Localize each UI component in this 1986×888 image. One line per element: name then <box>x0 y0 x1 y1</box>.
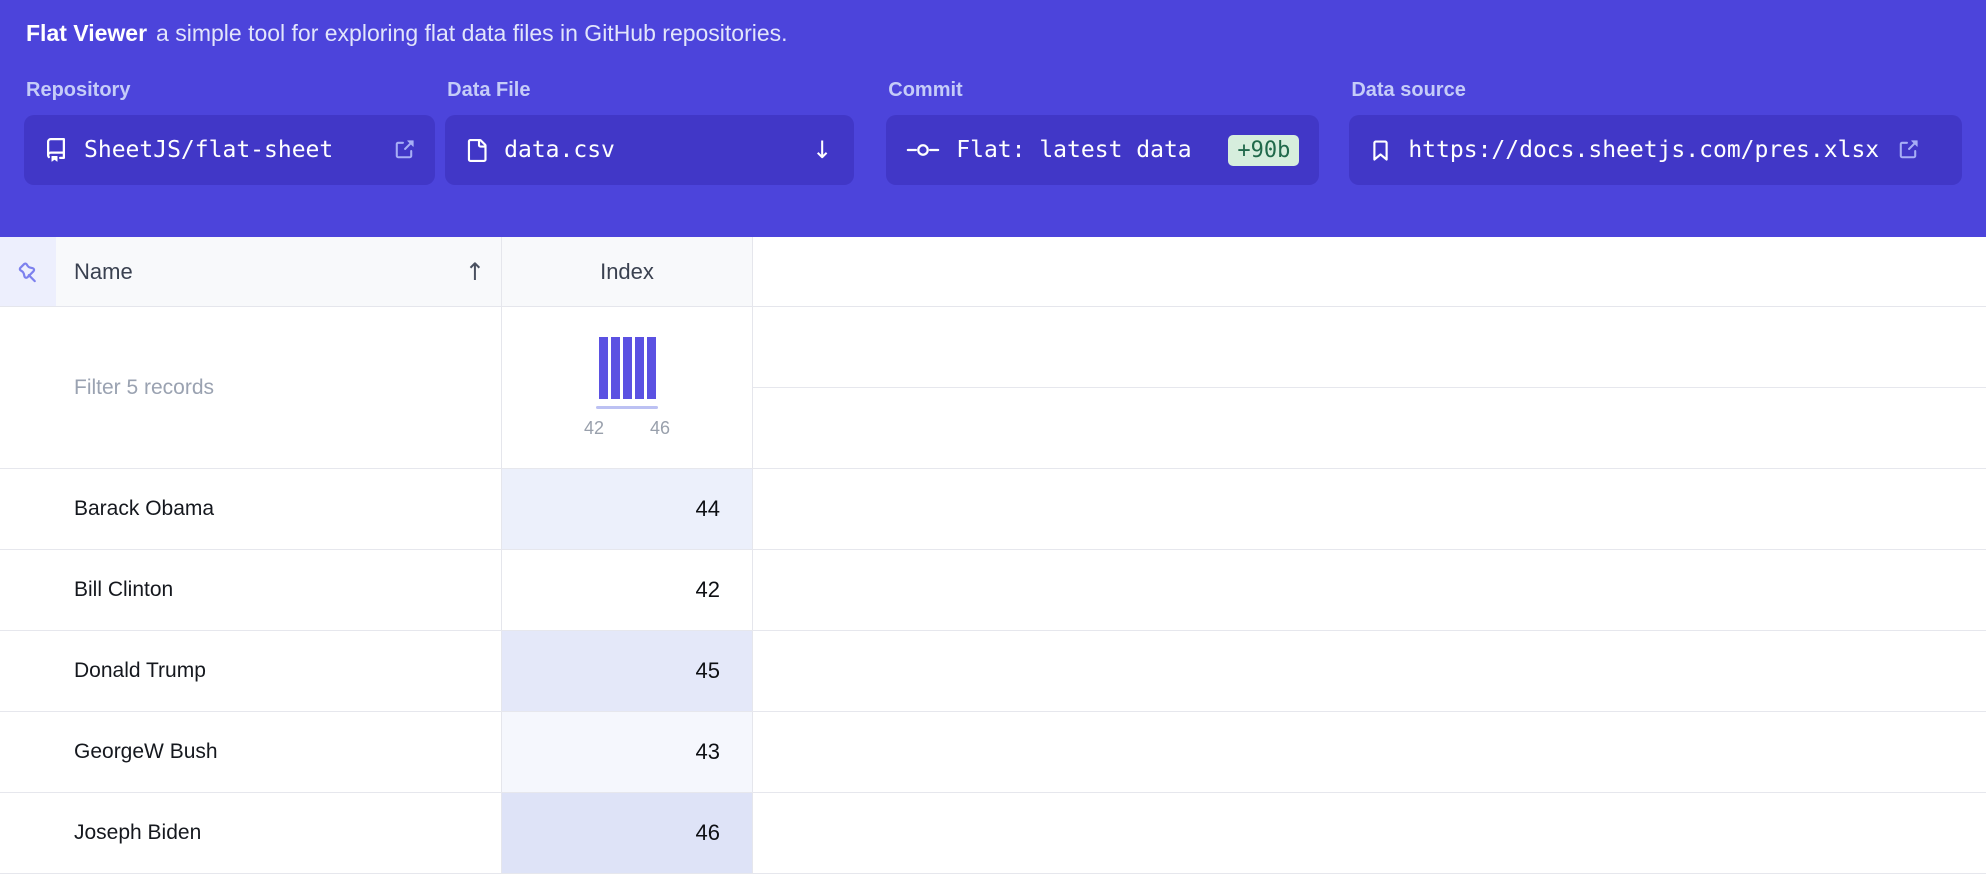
row-index-value: 43 <box>696 739 720 765</box>
row-empty-area <box>753 469 1986 549</box>
row-index-value: 45 <box>696 658 720 684</box>
row-index-cell: 46 <box>502 793 753 873</box>
file-icon <box>465 139 488 162</box>
commit-label: Commit <box>886 79 1319 102</box>
download-arrow-icon: ↓ <box>812 136 834 164</box>
sticky-column-toggle[interactable] <box>0 237 56 306</box>
row-index-cell: 43 <box>502 712 753 792</box>
row-name: GeorgeW Bush <box>74 740 218 764</box>
filter-row: 42 46 <box>0 307 1986 469</box>
commit-message: Flat: latest data <box>956 137 1191 163</box>
app-header: Flat Viewer a simple tool for exploring … <box>0 0 1986 237</box>
row-name: Barack Obama <box>74 497 214 521</box>
header-empty-area <box>753 237 1986 306</box>
table-row: Bill Clinton 42 <box>0 550 1986 631</box>
row-empty-area <box>753 793 1986 873</box>
histogram-min-label: 42 <box>584 418 604 439</box>
row-index-cell: 45 <box>502 631 753 711</box>
histogram-bar <box>635 337 644 399</box>
data-source-url: https://docs.sheetjs.com/pres.xlsx <box>1408 137 1879 163</box>
repository-button[interactable]: SheetJS/flat-sheet <box>24 115 435 185</box>
table-row: Barack Obama 44 <box>0 469 1986 550</box>
table-row: Donald Trump 45 <box>0 631 1986 712</box>
data-file-section: Data File data.csv ↓ <box>445 79 854 185</box>
repository-section: Repository SheetJS/flat-sheet <box>24 79 435 185</box>
external-link-icon <box>1897 139 1919 161</box>
histogram-bar <box>647 337 656 399</box>
row-index-cell: 42 <box>502 550 753 630</box>
row-empty-area <box>753 631 1986 711</box>
row-name-cell: Barack Obama <box>0 469 502 549</box>
column-name-label: Name <box>74 259 133 285</box>
table-row: Joseph Biden 46 <box>0 793 1986 874</box>
row-index-cell: 44 <box>502 469 753 549</box>
bookmark-icon <box>1369 139 1392 162</box>
repository-label: Repository <box>24 79 435 102</box>
table-body: Barack Obama 44 Bill Clinton 42 Donald T… <box>0 469 1986 874</box>
row-empty-area <box>753 712 1986 792</box>
app-title: Flat Viewer <box>26 20 147 47</box>
commit-button[interactable]: Flat: latest data +90b <box>886 115 1319 185</box>
repo-book-icon <box>44 138 68 162</box>
histogram-max-label: 46 <box>650 418 670 439</box>
repository-value: SheetJS/flat-sheet <box>84 137 333 163</box>
data-source-link[interactable]: https://docs.sheetjs.com/pres.xlsx <box>1349 115 1962 185</box>
row-name-cell: Joseph Biden <box>0 793 502 873</box>
controls-row: Repository SheetJS/flat-sheet Data File … <box>24 79 1962 185</box>
pin-icon <box>14 258 42 286</box>
diffstat-badge: +90b <box>1228 135 1299 166</box>
data-file-select[interactable]: data.csv ↓ <box>445 115 854 185</box>
column-index-label: Index <box>600 259 654 285</box>
row-name: Donald Trump <box>74 659 206 683</box>
table-row: GeorgeW Bush 43 <box>0 712 1986 793</box>
row-name: Joseph Biden <box>74 821 201 845</box>
sort-ascending-icon: ↑ <box>465 258 485 286</box>
name-filter-cell <box>0 307 502 468</box>
histogram-bars <box>599 337 656 399</box>
filter-input[interactable] <box>0 307 501 468</box>
filter-empty-area <box>753 307 1986 468</box>
row-name-cell: Bill Clinton <box>0 550 502 630</box>
git-commit-icon <box>906 138 940 162</box>
external-link-icon <box>393 139 415 161</box>
column-header-name[interactable]: Name ↑ <box>56 237 502 306</box>
data-file-label: Data File <box>445 79 854 102</box>
histogram-bar <box>611 337 620 399</box>
row-empty-area <box>753 550 1986 630</box>
data-source-label: Data source <box>1349 79 1962 102</box>
row-name: Bill Clinton <box>74 578 173 602</box>
data-file-value: data.csv <box>504 137 615 163</box>
column-header-index[interactable]: Index <box>502 237 753 306</box>
index-histogram-filter[interactable]: 42 46 <box>502 307 753 468</box>
histogram-track <box>596 406 658 409</box>
histogram-labels: 42 46 <box>584 418 670 439</box>
row-index-value: 42 <box>696 577 720 603</box>
title-row: Flat Viewer a simple tool for exploring … <box>24 20 1962 47</box>
row-index-value: 46 <box>696 820 720 846</box>
row-name-cell: GeorgeW Bush <box>0 712 502 792</box>
commit-section: Commit Flat: latest data +90b <box>886 79 1319 185</box>
data-source-section: Data source https://docs.sheetjs.com/pre… <box>1349 79 1962 185</box>
histogram-bar <box>599 337 608 399</box>
app-subtitle: a simple tool for exploring flat data fi… <box>156 20 788 47</box>
row-name-cell: Donald Trump <box>0 631 502 711</box>
row-index-value: 44 <box>696 496 720 522</box>
table-header-row: Name ↑ Index <box>0 237 1986 307</box>
histogram-bar <box>623 337 632 399</box>
